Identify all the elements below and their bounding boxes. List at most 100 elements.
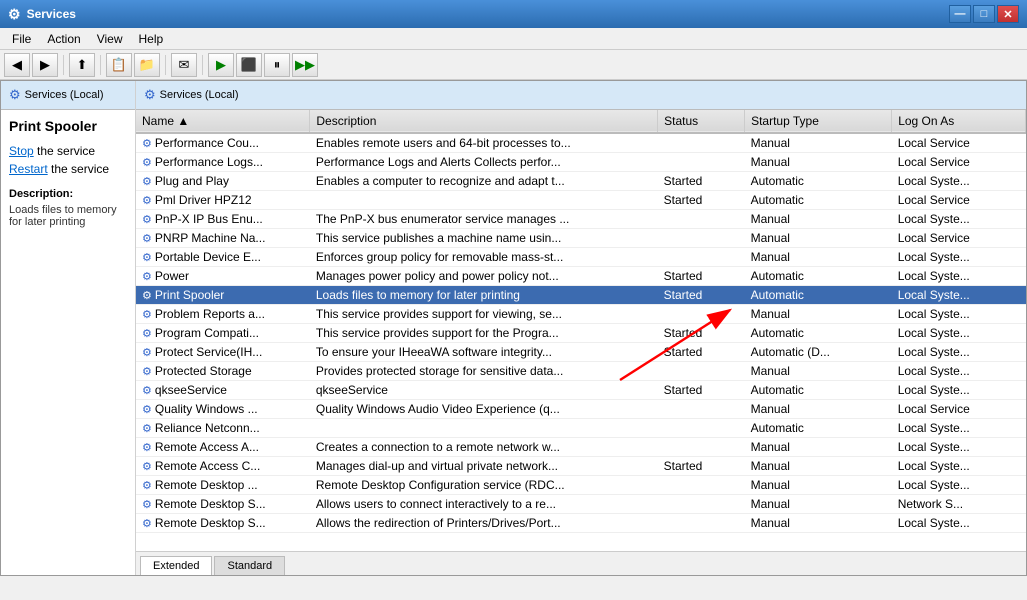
service-startup-type: Manual (745, 305, 892, 324)
col-description[interactable]: Description (310, 110, 658, 133)
restart-link[interactable]: Restart (9, 162, 48, 176)
table-row[interactable]: ⚙ Problem Reports a...This service provi… (136, 305, 1026, 324)
description-section: Description: Loads files to memory for l… (9, 188, 127, 228)
service-log-on-as: Local Syste... (892, 419, 1026, 438)
service-log-on-as: Local Service (892, 133, 1026, 153)
table-row[interactable]: ⚙ PnP-X IP Bus Enu...The PnP-X bus enume… (136, 210, 1026, 229)
service-description: Loads files to memory for later printing (310, 286, 658, 305)
table-row[interactable]: ⚙ Quality Windows ...Quality Windows Aud… (136, 400, 1026, 419)
table-row[interactable]: ⚙ Remote Desktop ...Remote Desktop Confi… (136, 476, 1026, 495)
menu-view[interactable]: View (89, 30, 131, 48)
maximize-button[interactable]: □ (973, 5, 995, 23)
service-status (658, 305, 745, 324)
service-name: Plug and Play (155, 174, 229, 188)
service-startup-type: Automatic (745, 267, 892, 286)
services-table: Name ▲ Description Status Startup Type L (136, 110, 1026, 533)
service-log-on-as: Network S... (892, 495, 1026, 514)
service-name: Quality Windows ... (155, 402, 258, 416)
table-row[interactable]: ⚙ Performance Logs...Performance Logs an… (136, 153, 1026, 172)
table-row[interactable]: ⚙ Performance Cou...Enables remote users… (136, 133, 1026, 153)
service-log-on-as: Local Service (892, 153, 1026, 172)
restart-button[interactable]: ▶▶ (292, 53, 318, 77)
pause-button[interactable]: ⏸ (264, 53, 290, 77)
table-row[interactable]: ⚙ Remote Access A...Creates a connection… (136, 438, 1026, 457)
service-startup-type: Automatic (D... (745, 343, 892, 362)
service-icon: ⚙ (142, 176, 155, 188)
service-description: Manages dial-up and virtual private netw… (310, 457, 658, 476)
table-row[interactable]: ⚙ Portable Device E...Enforces group pol… (136, 248, 1026, 267)
col-status[interactable]: Status (658, 110, 745, 133)
service-status: Started (658, 343, 745, 362)
service-log-on-as: Local Syste... (892, 324, 1026, 343)
stop-action[interactable]: Stop the service (9, 144, 127, 158)
service-status: Started (658, 381, 745, 400)
up-button[interactable]: ⬆ (69, 53, 95, 77)
table-row[interactable]: ⚙ Remote Desktop S...Allows users to con… (136, 495, 1026, 514)
service-status (658, 362, 745, 381)
table-row[interactable]: ⚙ Plug and PlayEnables a computer to rec… (136, 172, 1026, 191)
menu-file[interactable]: File (4, 30, 39, 48)
show-hide-button[interactable]: 📋 (106, 53, 132, 77)
folder-button[interactable]: 📁 (134, 53, 160, 77)
service-log-on-as: Local Syste... (892, 305, 1026, 324)
service-name: Remote Desktop S... (155, 497, 266, 511)
right-panel-header: ⚙ Services (Local) (136, 81, 1026, 110)
table-row[interactable]: ⚙ Reliance Netconn...AutomaticLocal Syst… (136, 419, 1026, 438)
table-row[interactable]: ⚙ PNRP Machine Na...This service publish… (136, 229, 1026, 248)
right-panel-icon: ⚙ (144, 87, 156, 103)
table-row[interactable]: ⚙ Protected StorageProvides protected st… (136, 362, 1026, 381)
service-log-on-as: Local Syste... (892, 248, 1026, 267)
menu-help[interactable]: Help (131, 30, 172, 48)
table-row[interactable]: ⚙ Print SpoolerLoads files to memory for… (136, 286, 1026, 305)
service-status (658, 153, 745, 172)
service-log-on-as: Local Syste... (892, 286, 1026, 305)
service-description: Enables remote users and 64-bit processe… (310, 133, 658, 153)
col-startup-type[interactable]: Startup Type (745, 110, 892, 133)
service-log-on-as: Local Service (892, 191, 1026, 210)
stop-link[interactable]: Stop (9, 144, 34, 158)
main-layout: ⚙ Services (Local) Print Spooler Stop th… (0, 80, 1027, 576)
stop-button[interactable]: ⬛ (236, 53, 262, 77)
forward-button[interactable]: ▶ (32, 53, 58, 77)
properties-button[interactable]: ✉ (171, 53, 197, 77)
col-log-on-as[interactable]: Log On As (892, 110, 1026, 133)
service-icon: ⚙ (142, 442, 155, 454)
table-row[interactable]: ⚙ PowerManages power policy and power po… (136, 267, 1026, 286)
minimize-button[interactable]: — (949, 5, 971, 23)
service-startup-type: Manual (745, 400, 892, 419)
left-panel-icon: ⚙ (9, 87, 21, 103)
service-log-on-as: Local Service (892, 400, 1026, 419)
service-log-on-as: Local Service (892, 229, 1026, 248)
tab-standard[interactable]: Standard (214, 556, 285, 575)
service-description: To ensure your IHeeaWA software integrit… (310, 343, 658, 362)
left-panel-title: Services (Local) (25, 89, 104, 101)
service-status (658, 229, 745, 248)
table-row[interactable]: ⚙ Remote Access C...Manages dial-up and … (136, 457, 1026, 476)
table-row[interactable]: ⚙ Program Compati...This service provide… (136, 324, 1026, 343)
restart-action[interactable]: Restart the service (9, 162, 127, 176)
service-name: Protected Storage (155, 364, 252, 378)
col-name[interactable]: Name ▲ (136, 110, 310, 133)
close-button[interactable]: ✕ (997, 5, 1019, 23)
menu-action[interactable]: Action (39, 30, 88, 48)
play-button[interactable]: ▶ (208, 53, 234, 77)
service-log-on-as: Local Syste... (892, 343, 1026, 362)
service-icon: ⚙ (142, 138, 155, 150)
service-status: Started (658, 191, 745, 210)
service-name: qkseeService (155, 383, 227, 397)
table-row[interactable]: ⚙ qkseeServiceqkseeServiceStartedAutomat… (136, 381, 1026, 400)
tab-extended[interactable]: Extended (140, 556, 212, 575)
table-row[interactable]: ⚙ Protect Service(IH...To ensure your IH… (136, 343, 1026, 362)
service-startup-type: Manual (745, 248, 892, 267)
back-button[interactable]: ◀ (4, 53, 30, 77)
table-row[interactable]: ⚙ Remote Desktop S...Allows the redirect… (136, 514, 1026, 533)
desc-text: Loads files to memory for later printing (9, 204, 127, 228)
table-row[interactable]: ⚙ Pml Driver HPZ12StartedAutomaticLocal … (136, 191, 1026, 210)
service-name: Reliance Netconn... (155, 421, 260, 435)
service-description: The PnP-X bus enumerator service manages… (310, 210, 658, 229)
service-icon: ⚙ (142, 499, 155, 511)
services-table-container[interactable]: Name ▲ Description Status Startup Type L (136, 110, 1026, 551)
service-startup-type: Manual (745, 210, 892, 229)
service-icon: ⚙ (142, 518, 155, 530)
service-startup-type: Manual (745, 457, 892, 476)
